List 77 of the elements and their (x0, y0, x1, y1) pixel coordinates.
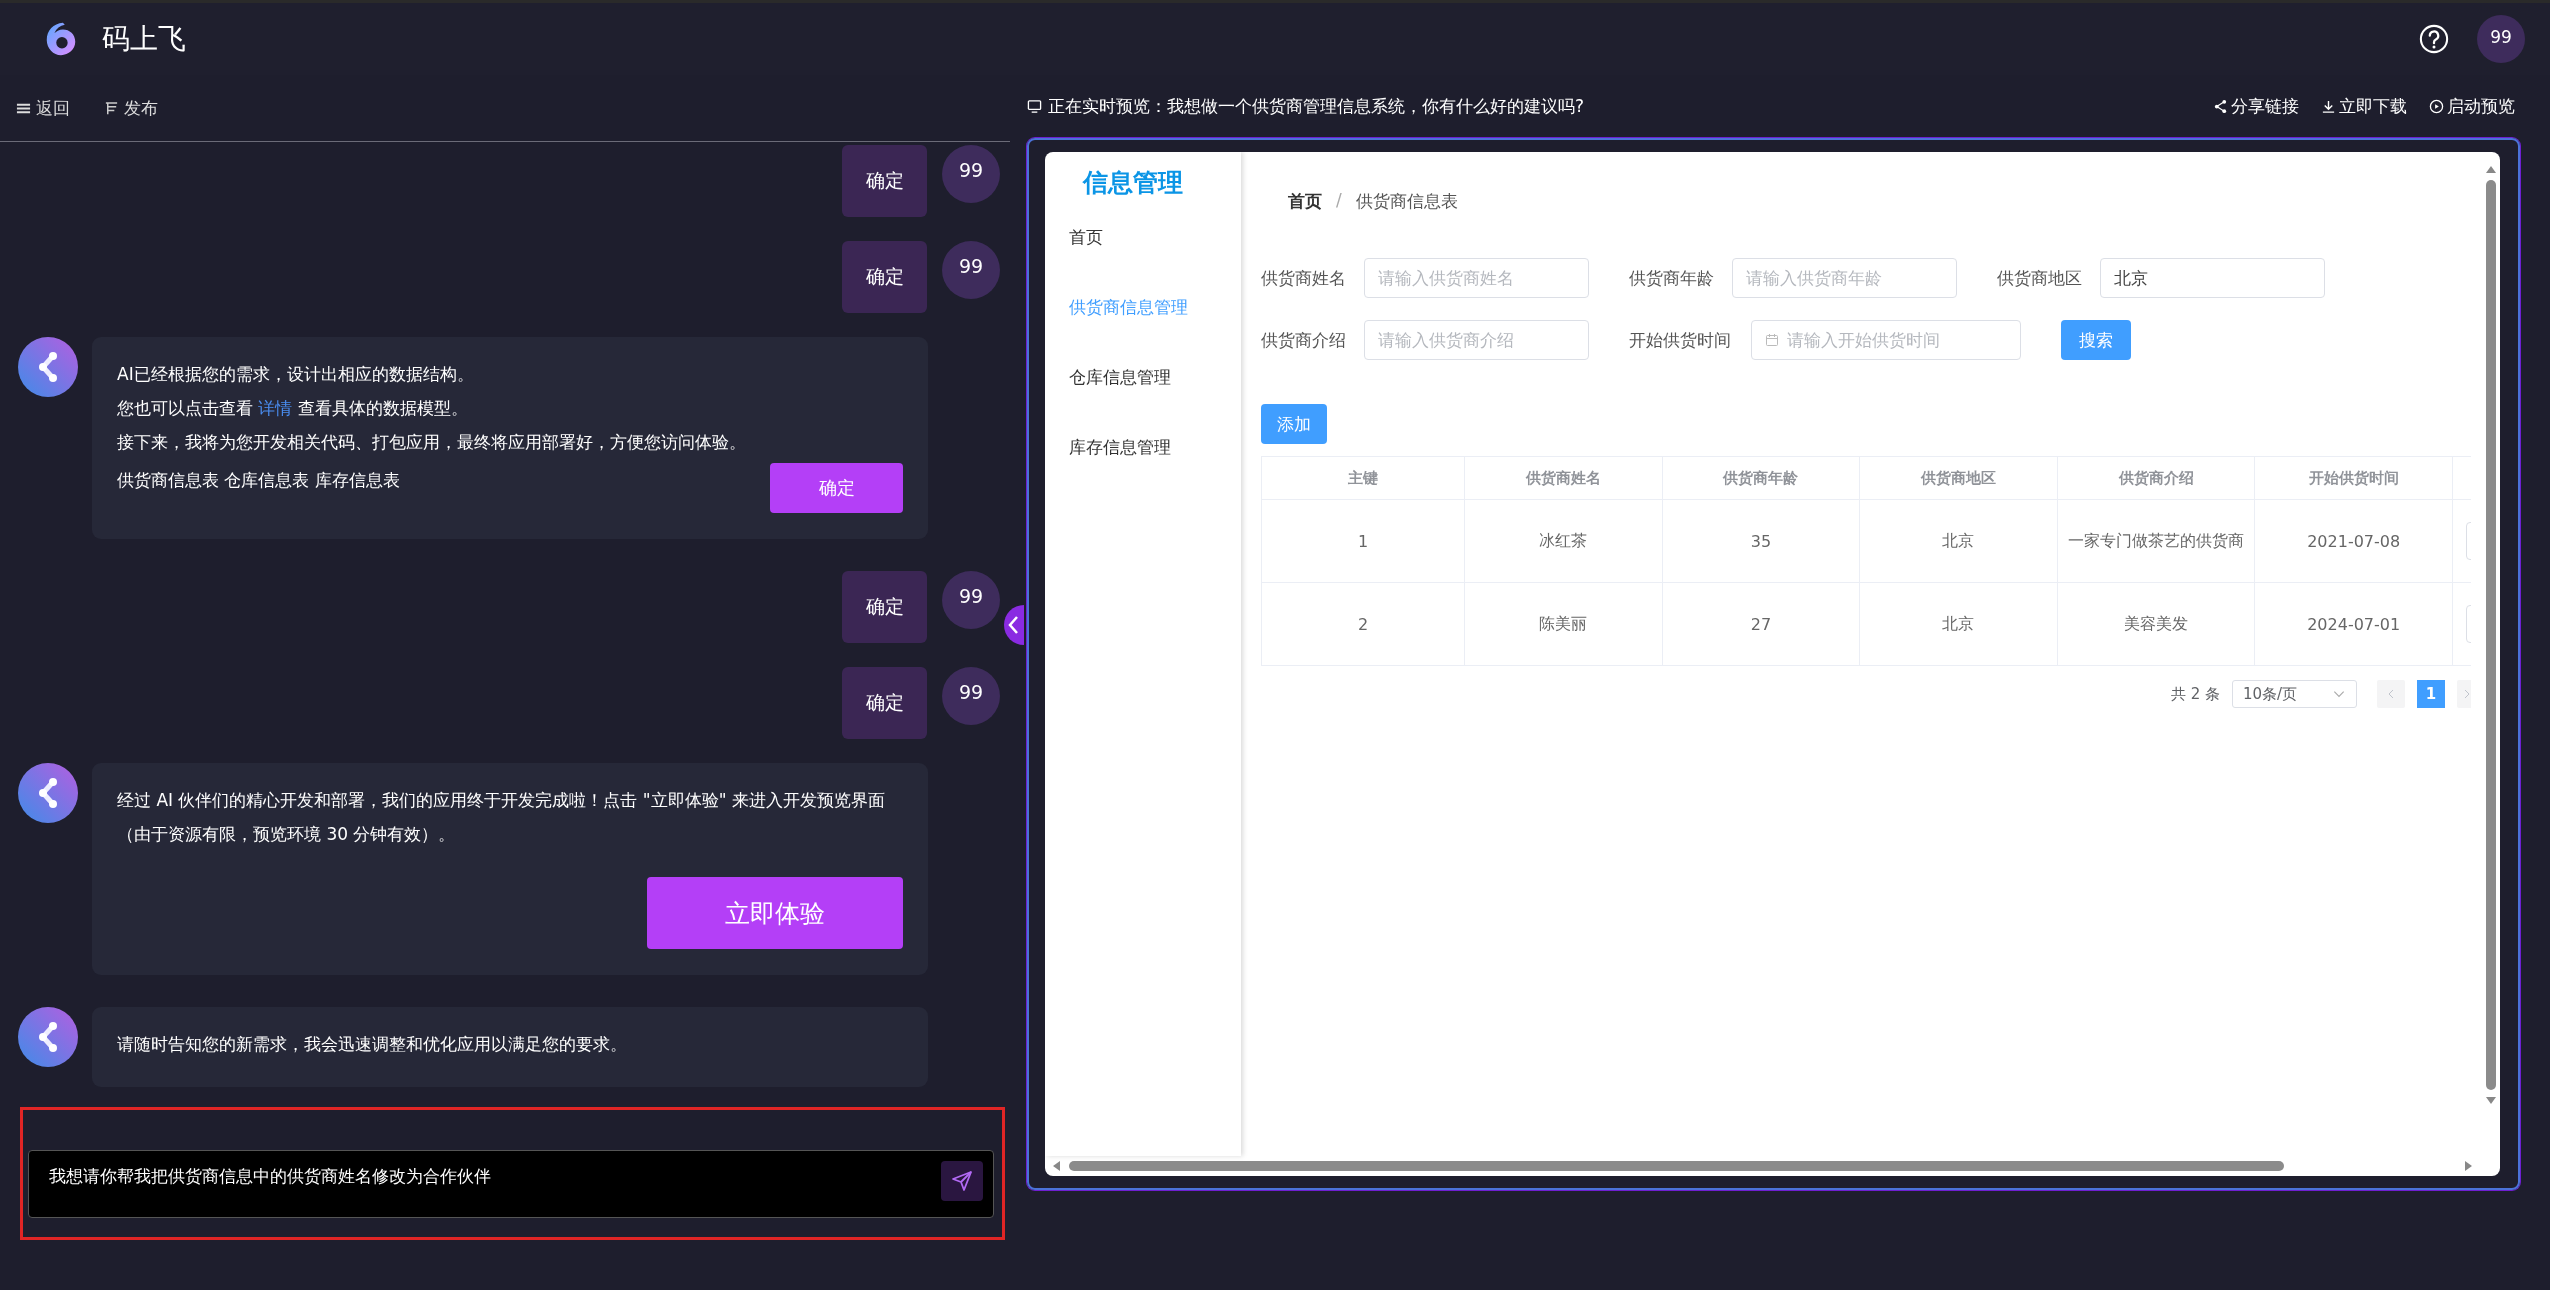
table-cell: 27 (1662, 582, 1860, 666)
download-icon (2321, 99, 2336, 114)
table-cell: 一家专门做茶艺的供货商 (2057, 499, 2255, 583)
send-button[interactable] (941, 1161, 983, 1201)
details-link[interactable]: 详情 (258, 398, 293, 418)
user-message: 确定 (842, 667, 927, 739)
user-message: 确定 (842, 571, 927, 643)
app-title: 码上飞 (102, 21, 186, 57)
column-header: 供货商介绍 (2057, 456, 2255, 500)
toolbar-link[interactable]: 返回 (16, 96, 70, 120)
calendar-icon (1765, 333, 1779, 347)
filter-label: 供货商年龄 (1629, 266, 1715, 290)
message-input-field[interactable]: 我想请你帮我把供货商信息中的供货商姓名修改为合作伙伴 (28, 1150, 994, 1218)
monitor-icon (1027, 99, 1042, 114)
assistant-avatar-icon (18, 337, 78, 397)
table-cell: 美容美发 (2057, 582, 2255, 666)
filter-label: 供货商地区 (1997, 266, 2083, 290)
user-avatar[interactable]: 99 (2477, 15, 2525, 63)
filter-label: 供货商介绍 (1261, 328, 1347, 352)
table-list-text: 供货商信息表 仓库信息表 库存信息表 (117, 469, 400, 492)
sidebar-item[interactable]: 库存信息管理 (1069, 436, 1241, 506)
user-avatar: 99 (942, 667, 1000, 725)
scroll-up-icon[interactable] (2485, 164, 2497, 174)
preview-action-link[interactable]: 分享链接 (2213, 95, 2299, 118)
message-text: 接下来，我将为您开发相关代码、打包应用，最终将应用部署好，方便您访问体验。 (117, 431, 747, 454)
play-icon (2429, 99, 2444, 114)
assistant-avatar-icon (18, 763, 78, 823)
table-cell: 35 (1662, 499, 1860, 583)
confirm-button[interactable]: 立即体验 (647, 877, 903, 949)
user-message: 确定 (842, 145, 927, 217)
table-cell: 2024-07-01 (2254, 582, 2453, 666)
breadcrumb-item[interactable]: 首页 (1288, 190, 1322, 238)
user-avatar: 99 (942, 571, 1000, 629)
preview-action-link[interactable]: 启动预览 (2429, 95, 2515, 118)
sidebar-item[interactable]: 仓库信息管理 (1069, 366, 1241, 436)
breadcrumb-separator: / (1336, 190, 1342, 212)
column-header: 供货商姓名 (1464, 456, 1663, 500)
toolbar-link[interactable]: 发布 (104, 96, 158, 120)
app-brand: 信息管理 (1081, 167, 1184, 199)
column-header: 供货商地区 (1859, 456, 2058, 500)
table-cell: 2 (1261, 582, 1465, 666)
message-text: AI已经根据您的需求，设计出相应的数据结构。 (117, 363, 475, 386)
table-cell: 北京 (1859, 582, 2058, 666)
user-avatar: 99 (942, 241, 1000, 299)
share-icon (2213, 99, 2228, 114)
table-cell: 1 (1261, 499, 1465, 583)
horizontal-scrollbar[interactable] (1069, 1161, 2284, 1171)
table-cell: 2021-07-08 (2254, 499, 2453, 583)
assistant-avatar-icon (18, 1007, 78, 1067)
sidebar-item[interactable]: 首页 (1069, 226, 1241, 296)
publish-icon (104, 100, 119, 116)
breadcrumb-item[interactable]: 供货商信息表 (1355, 190, 1458, 238)
message-text: 请随时告知您的新需求，我会迅速调整和优化应用以满足您的要求。 (117, 1033, 628, 1056)
user-avatar: 99 (942, 145, 1000, 203)
paper-plane-icon (950, 1169, 974, 1193)
user-message: 确定 (842, 241, 927, 313)
column-header: 开始供货时间 (2254, 456, 2453, 500)
confirm-button[interactable]: 确定 (770, 463, 903, 513)
scroll-right-icon[interactable] (2464, 1160, 2474, 1172)
preview-action-link[interactable]: 立即下载 (2321, 95, 2407, 118)
vertical-scrollbar[interactable] (2486, 180, 2496, 1090)
message-text: 您也可以点击查看 详情 查看具体的数据模型。 (117, 397, 469, 420)
column-header: 主键 (1261, 456, 1465, 500)
scroll-down-icon[interactable] (2485, 1096, 2497, 1106)
filter-label: 开始供货时间 (1629, 328, 1732, 352)
column-header: 供货商年龄 (1662, 456, 1860, 500)
table-cell: 北京 (1859, 499, 2058, 583)
total-count: 共 2 条 (2170, 684, 2220, 704)
help-icon[interactable] (2419, 24, 2449, 54)
page-size-select[interactable]: 10条/页 (2232, 680, 2357, 708)
filter-input-field[interactable]: 北京 (2100, 258, 2325, 298)
message-text: 经过 AI 伙伴们的精心开发和部署，我们的应用终于开发完成啦！点击 "立即体验" 来进入开发预览界面（由于资源有限，预览环境 30 分钟有效）。 (117, 789, 886, 846)
scroll-left-icon[interactable] (1051, 1160, 1061, 1172)
filter-label: 供货商姓名 (1261, 266, 1347, 290)
preview-title: 正在实时预览：我想做一个供货商管理信息系统，你有什么好的建议吗? (1048, 95, 1585, 118)
table-cell: 陈美丽 (1464, 582, 1663, 666)
table-cell: 冰红茶 (1464, 499, 1663, 583)
